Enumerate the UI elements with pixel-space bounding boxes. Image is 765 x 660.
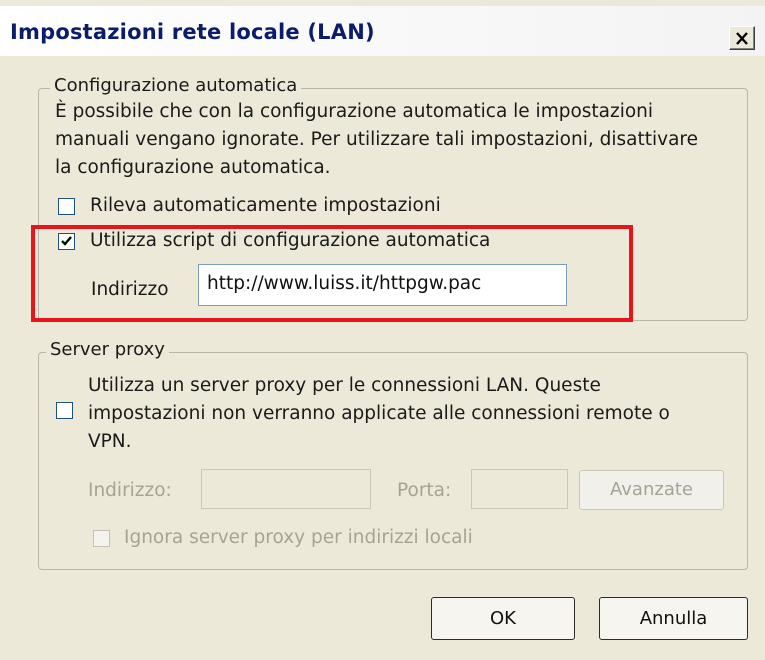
proxy-port-label: Porta: <box>397 480 452 501</box>
detect-settings-label[interactable]: Rileva automaticamente impostazioni <box>90 193 441 219</box>
auto-config-desc-line-2: manuali vengano ignorate. Per utilizzare… <box>55 129 698 150</box>
bypass-local-label[interactable]: Ignora server proxy per indirizzi locali <box>124 525 473 551</box>
title-bar[interactable]: Impostazioni rete locale (LAN) <box>0 6 765 56</box>
dialog-title: Impostazioni rete locale (LAN) <box>10 20 375 44</box>
auto-config-desc-line-3: la configurazione automatica. <box>55 157 331 178</box>
cancel-button[interactable]: Annulla <box>599 597 748 640</box>
bypass-local-checkbox[interactable] <box>93 530 110 547</box>
highlight-box <box>31 225 633 322</box>
auto-config-legend: Configurazione automatica <box>50 75 302 96</box>
close-button[interactable] <box>729 26 755 50</box>
use-proxy-line-1[interactable]: Utilizza un server proxy per le connessi… <box>88 373 601 399</box>
proxy-legend: Server proxy <box>46 339 169 360</box>
proxy-address-input[interactable] <box>201 469 371 509</box>
ok-button[interactable]: OK <box>431 597 575 640</box>
close-icon <box>736 31 748 45</box>
lan-settings-dialog: Impostazioni rete locale (LAN) Configura… <box>0 0 765 660</box>
advanced-button[interactable]: Avanzate <box>579 470 724 510</box>
auto-config-desc-line-1: È possibile che con la configurazione au… <box>55 101 654 122</box>
detect-settings-checkbox[interactable] <box>58 198 75 215</box>
proxy-port-input[interactable] <box>471 469 568 509</box>
use-proxy-line-3[interactable]: VPN. <box>88 429 132 455</box>
use-proxy-checkbox[interactable] <box>56 402 73 419</box>
proxy-address-label: Indirizzo: <box>88 480 172 501</box>
use-proxy-line-2[interactable]: impostazioni non verranno applicate alle… <box>88 401 670 427</box>
